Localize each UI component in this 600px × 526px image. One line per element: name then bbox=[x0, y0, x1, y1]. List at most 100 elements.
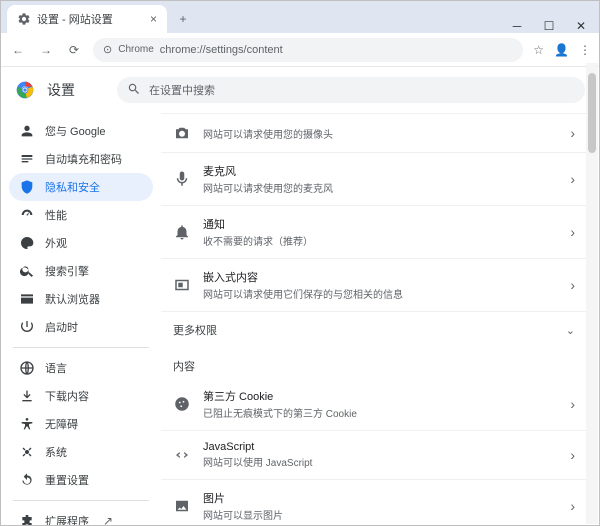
row-title: 通知 bbox=[203, 216, 558, 232]
sidebar-item-language[interactable]: 语言 bbox=[9, 354, 153, 382]
row-title: 图片 bbox=[203, 490, 558, 506]
chrome-logo-icon bbox=[15, 80, 35, 100]
content-section-label: 内容 bbox=[161, 348, 587, 378]
row-microphone[interactable]: 麦克风网站可以请求使用您的麦克风 › bbox=[161, 153, 587, 206]
minimize-button[interactable]: ─ bbox=[509, 19, 525, 33]
chevron-right-icon: › bbox=[570, 224, 575, 240]
row-sub: 网站可以显示图片 bbox=[203, 507, 558, 522]
chevron-right-icon: › bbox=[570, 447, 575, 463]
sidebar-item-privacy[interactable]: 隐私和安全 bbox=[9, 173, 153, 201]
row-notifications[interactable]: 通知收不需要的请求（推荐） › bbox=[161, 206, 587, 259]
person-icon bbox=[19, 123, 35, 139]
embedded-icon bbox=[173, 276, 191, 294]
sidebar-item-extensions[interactable]: 扩展程序 ↗ bbox=[9, 507, 153, 525]
sidebar: 您与 Google 自动填充和密码 隐私和安全 性能 外观 搜索引擎 默认浏览器… bbox=[1, 113, 161, 525]
close-icon[interactable]: × bbox=[150, 12, 157, 26]
chevron-down-icon: ⌄ bbox=[566, 324, 575, 337]
row-images[interactable]: 图片网站可以显示图片 › bbox=[161, 480, 587, 525]
sidebar-item-on-startup[interactable]: 启动时 bbox=[9, 313, 153, 341]
page-title: 设置 bbox=[47, 80, 75, 100]
image-icon bbox=[173, 497, 191, 515]
page-scrollbar[interactable] bbox=[586, 63, 598, 524]
row-cookies[interactable]: 第三方 Cookie已阻止无痕模式下的第三方 Cookie › bbox=[161, 378, 587, 431]
search-icon bbox=[19, 263, 35, 279]
row-javascript[interactable]: JavaScript网站可以使用 JavaScript › bbox=[161, 431, 587, 480]
sidebar-item-reset[interactable]: 重置设置 bbox=[9, 466, 153, 494]
sidebar-item-label: 搜索引擎 bbox=[45, 263, 89, 279]
row-sub: 网站可以请求使用它们保存的与您相关的信息 bbox=[203, 286, 558, 301]
close-window-button[interactable]: ✕ bbox=[573, 19, 589, 33]
sidebar-item-search-engine[interactable]: 搜索引擎 bbox=[9, 257, 153, 285]
row-sub: 网站可以请求使用您的摄像头 bbox=[203, 126, 558, 141]
reload-button[interactable]: ⟳ bbox=[65, 43, 83, 57]
sidebar-item-label: 您与 Google bbox=[45, 123, 106, 139]
section-label: 更多权限 bbox=[173, 322, 217, 338]
address-bar[interactable]: ⊙ Chrome chrome://settings/content bbox=[93, 38, 523, 62]
row-sub: 网站可以请求使用您的麦克风 bbox=[203, 180, 558, 195]
row-embedded[interactable]: 嵌入式内容网站可以请求使用它们保存的与您相关的信息 › bbox=[161, 259, 587, 312]
more-permissions[interactable]: 更多权限 ⌄ bbox=[161, 312, 587, 348]
profile-icon[interactable]: 👤 bbox=[554, 43, 569, 57]
power-icon bbox=[19, 319, 35, 335]
divider bbox=[13, 347, 149, 348]
chrome-chip-icon: ⊙ bbox=[103, 43, 112, 56]
row-title: 第三方 Cookie bbox=[203, 388, 558, 404]
code-icon bbox=[173, 446, 191, 464]
sidebar-item-system[interactable]: 系统 bbox=[9, 438, 153, 466]
sidebar-item-label: 外观 bbox=[45, 235, 67, 251]
sidebar-item-label: 性能 bbox=[45, 207, 67, 223]
sidebar-item-label: 隐私和安全 bbox=[45, 179, 100, 195]
accessibility-icon bbox=[19, 416, 35, 432]
chevron-right-icon: › bbox=[570, 171, 575, 187]
sidebar-item-downloads[interactable]: 下载内容 bbox=[9, 382, 153, 410]
sidebar-item-you-google[interactable]: 您与 Google bbox=[9, 117, 153, 145]
sidebar-item-performance[interactable]: 性能 bbox=[9, 201, 153, 229]
sidebar-item-label: 默认浏览器 bbox=[45, 291, 100, 307]
sidebar-item-label: 系统 bbox=[45, 444, 67, 460]
row-sub: 网站可以使用 JavaScript bbox=[203, 454, 558, 469]
settings-search[interactable]: 在设置中搜索 bbox=[117, 77, 585, 103]
shield-icon bbox=[19, 179, 35, 195]
paint-icon bbox=[19, 235, 35, 251]
sidebar-item-accessibility[interactable]: 无障碍 bbox=[9, 410, 153, 438]
camera-icon bbox=[173, 124, 191, 142]
sidebar-item-label: 扩展程序 bbox=[45, 513, 89, 525]
back-button[interactable]: ← bbox=[9, 43, 27, 57]
chevron-right-icon: › bbox=[570, 396, 575, 412]
autofill-icon bbox=[19, 151, 35, 167]
row-title: 嵌入式内容 bbox=[203, 269, 558, 285]
gear-icon bbox=[17, 12, 31, 26]
sidebar-item-label: 自动填充和密码 bbox=[45, 151, 122, 167]
new-tab-button[interactable]: + bbox=[171, 7, 195, 31]
row-sub: 已阻止无痕模式下的第三方 Cookie bbox=[203, 405, 558, 420]
sidebar-item-label: 语言 bbox=[45, 360, 67, 376]
extension-icon bbox=[19, 513, 35, 525]
bell-icon bbox=[173, 223, 191, 241]
forward-button[interactable]: → bbox=[37, 43, 55, 57]
sidebar-item-appearance[interactable]: 外观 bbox=[9, 229, 153, 257]
bookmark-icon[interactable]: ☆ bbox=[533, 43, 544, 57]
sidebar-item-label: 重置设置 bbox=[45, 472, 89, 488]
sidebar-item-label: 启动时 bbox=[45, 319, 78, 335]
sidebar-item-default-browser[interactable]: 默认浏览器 bbox=[9, 285, 153, 313]
row-sub: 收不需要的请求（推荐） bbox=[203, 233, 558, 248]
chevron-right-icon: › bbox=[570, 125, 575, 141]
globe-icon bbox=[19, 360, 35, 376]
tab-title: 设置 - 网站设置 bbox=[37, 11, 113, 27]
menu-icon[interactable]: ⋮ bbox=[579, 43, 591, 57]
chevron-right-icon: › bbox=[570, 277, 575, 293]
maximize-button[interactable]: ☐ bbox=[541, 19, 557, 33]
browser-tab[interactable]: 设置 - 网站设置 × bbox=[7, 5, 167, 33]
row-camera[interactable]: 网站可以请求使用您的摄像头 › bbox=[161, 113, 587, 153]
cookie-icon bbox=[173, 395, 191, 413]
address-url: chrome://settings/content bbox=[160, 44, 283, 56]
external-link-icon: ↗ bbox=[103, 514, 113, 525]
scrollbar-thumb[interactable] bbox=[588, 73, 596, 153]
row-title: JavaScript bbox=[203, 441, 558, 453]
sidebar-item-label: 下载内容 bbox=[45, 388, 89, 404]
sidebar-item-label: 无障碍 bbox=[45, 416, 78, 432]
search-placeholder: 在设置中搜索 bbox=[149, 82, 215, 98]
sidebar-item-autofill[interactable]: 自动填充和密码 bbox=[9, 145, 153, 173]
divider bbox=[13, 500, 149, 501]
search-icon bbox=[127, 82, 141, 99]
